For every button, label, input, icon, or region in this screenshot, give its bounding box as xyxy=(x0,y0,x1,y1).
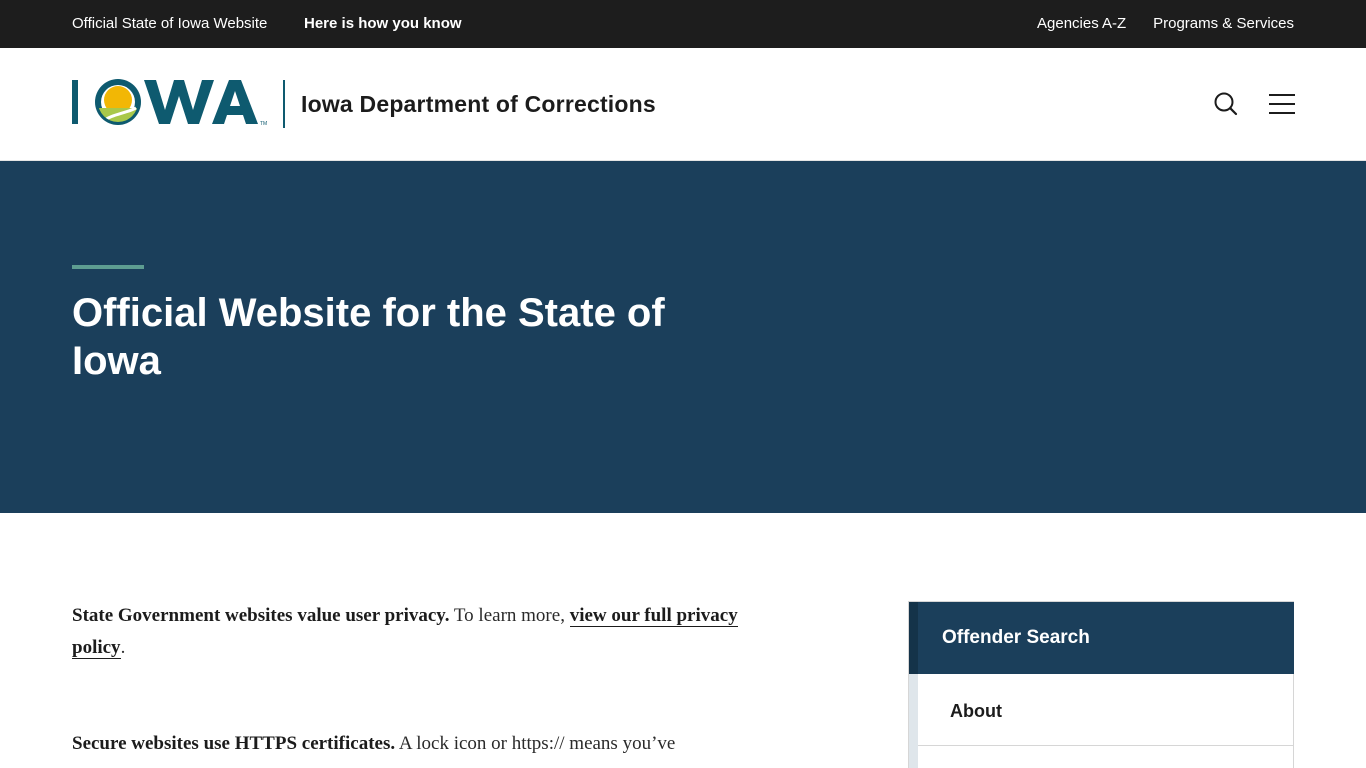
https-bold-text: Secure websites use HTTPS certificates. xyxy=(72,733,396,754)
privacy-text: To learn more, xyxy=(449,605,570,626)
sidebar-item-label: About xyxy=(950,701,1002,721)
hamburger-menu-icon[interactable] xyxy=(1268,92,1296,116)
privacy-paragraph: State Government websites value user pri… xyxy=(72,600,752,664)
utility-bar: Official State of Iowa Website Here is h… xyxy=(0,0,1366,48)
https-text: A lock icon or https:// means you’ve xyxy=(395,733,676,754)
agencies-link[interactable]: Agencies A-Z xyxy=(1037,15,1126,33)
hero-accent-rule xyxy=(72,265,144,269)
site-header: TM Iowa Department of Corrections xyxy=(0,48,1366,161)
department-name[interactable]: Iowa Department of Corrections xyxy=(301,90,656,118)
https-paragraph: Secure websites use HTTPS certificates. … xyxy=(72,728,752,760)
hero-banner: Official Website for the State of Iowa xyxy=(0,161,1366,513)
official-site-label: Official State of Iowa Website xyxy=(72,15,268,32)
privacy-period: . xyxy=(120,637,126,658)
sidebar-heading-label: Offender Search xyxy=(942,627,1090,648)
privacy-bold-text: State Government websites value user pri… xyxy=(72,605,450,626)
sidebar-heading-offender-search[interactable]: Offender Search xyxy=(909,602,1294,674)
sidebar-item-about[interactable]: About xyxy=(918,674,1294,746)
logo-divider xyxy=(283,80,285,128)
how-you-know-button[interactable]: Here is how you know xyxy=(304,15,462,33)
sidebar-nav: Offender Search About xyxy=(908,601,1294,768)
svg-text:TM: TM xyxy=(260,121,267,127)
iowa-logo[interactable]: TM xyxy=(72,78,274,128)
search-icon[interactable] xyxy=(1212,90,1240,118)
page-title: Official Website for the State of Iowa xyxy=(72,291,665,383)
programs-services-link[interactable]: Programs & Services xyxy=(1153,15,1294,33)
